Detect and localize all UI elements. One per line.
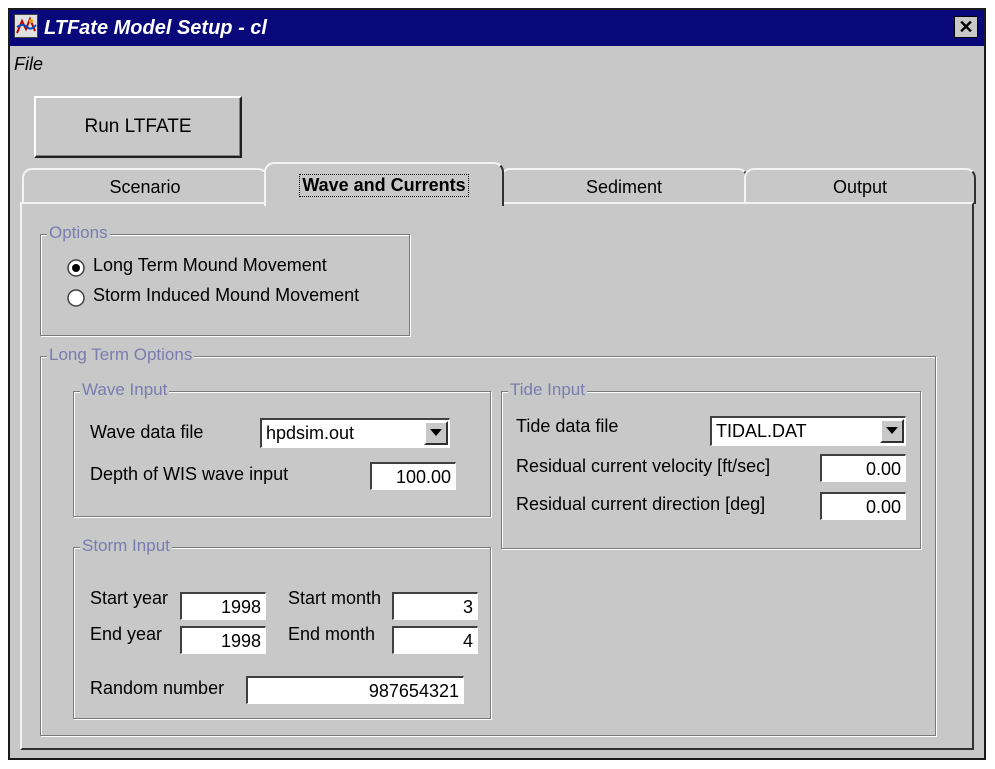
- long-term-radio[interactable]: [67, 259, 85, 277]
- tab-sediment[interactable]: Sediment: [500, 168, 748, 204]
- tab-panel-wave-and-currents: Options Long Term Mound Movement Storm I…: [20, 202, 974, 750]
- wave-data-file-label: Wave data file: [90, 422, 204, 442]
- tide-input-group: Tide Input Tide data file TIDAL.DAT Resi…: [501, 380, 921, 549]
- chevron-down-icon: [880, 419, 904, 443]
- long-term-options-group: Long Term Options Wave Input Wave data f…: [40, 345, 936, 736]
- tab-wave-and-currents-label: Wave and Currents: [299, 173, 469, 197]
- long-term-radio-label: Long Term Mound Movement: [93, 255, 327, 275]
- window-title: LTFate Model Setup - cl: [44, 17, 267, 39]
- run-ltfate-button[interactable]: Run LTFATE: [34, 96, 242, 158]
- chevron-down-icon: [424, 421, 448, 445]
- wave-input-group: Wave Input Wave data file hpdsim.out Dep…: [73, 380, 491, 517]
- random-number-label: Random number: [90, 678, 225, 698]
- tide-data-file-label: Tide data file: [516, 416, 619, 436]
- long-term-options-legend: Long Term Options: [47, 345, 195, 365]
- options-group: Options Long Term Mound Movement Storm I…: [40, 223, 410, 336]
- end-year-label: End year: [90, 624, 163, 644]
- wave-data-file-value: hpdsim.out: [266, 423, 355, 443]
- depth-input[interactable]: 100.00: [370, 462, 456, 490]
- storm-input-group: Storm Input Start year 1998 Start month …: [73, 536, 491, 719]
- tab-output[interactable]: Output: [744, 168, 976, 204]
- storm-input-legend: Storm Input: [80, 536, 172, 556]
- options-legend: Options: [47, 223, 110, 243]
- tab-sediment-label: Sediment: [585, 176, 663, 197]
- tide-data-file-select[interactable]: TIDAL.DAT: [710, 416, 906, 446]
- menu-bar: File: [10, 52, 984, 78]
- wave-input-legend: Wave Input: [80, 380, 170, 400]
- random-number-input[interactable]: 987654321: [246, 676, 464, 704]
- tab-output-label: Output: [832, 176, 888, 197]
- residual-direction-label: Residual current direction [deg]: [516, 494, 766, 514]
- start-month-input[interactable]: 3: [392, 592, 478, 620]
- depth-label: Depth of WIS wave input: [90, 464, 289, 484]
- tab-scenario[interactable]: Scenario: [22, 168, 268, 204]
- end-month-input[interactable]: 4: [392, 626, 478, 654]
- storm-induced-radio-label: Storm Induced Mound Movement: [93, 285, 360, 305]
- residual-velocity-input[interactable]: 0.00: [820, 454, 906, 482]
- tab-scenario-label: Scenario: [109, 176, 181, 197]
- residual-direction-input[interactable]: 0.00: [820, 492, 906, 520]
- app-icon: [14, 14, 38, 38]
- main-window: LTFate Model Setup - cl ✕ File Run LTFAT…: [8, 8, 986, 760]
- menu-file[interactable]: File: [14, 54, 43, 75]
- tide-input-legend: Tide Input: [508, 380, 587, 400]
- title-bar[interactable]: LTFate Model Setup - cl ✕: [10, 10, 984, 46]
- residual-velocity-label: Residual current velocity [ft/sec]: [516, 456, 771, 476]
- close-button[interactable]: ✕: [954, 16, 978, 38]
- start-year-input[interactable]: 1998: [180, 592, 266, 620]
- end-year-input[interactable]: 1998: [180, 626, 266, 654]
- end-month-label: End month: [288, 624, 376, 644]
- tide-data-file-value: TIDAL.DAT: [716, 421, 807, 441]
- storm-induced-radio[interactable]: [67, 289, 85, 307]
- start-year-label: Start year: [90, 588, 169, 608]
- close-icon: ✕: [958, 17, 974, 37]
- tab-wave-and-currents[interactable]: Wave and Currents: [264, 162, 504, 206]
- start-month-label: Start month: [288, 588, 382, 608]
- wave-data-file-select[interactable]: hpdsim.out: [260, 418, 450, 448]
